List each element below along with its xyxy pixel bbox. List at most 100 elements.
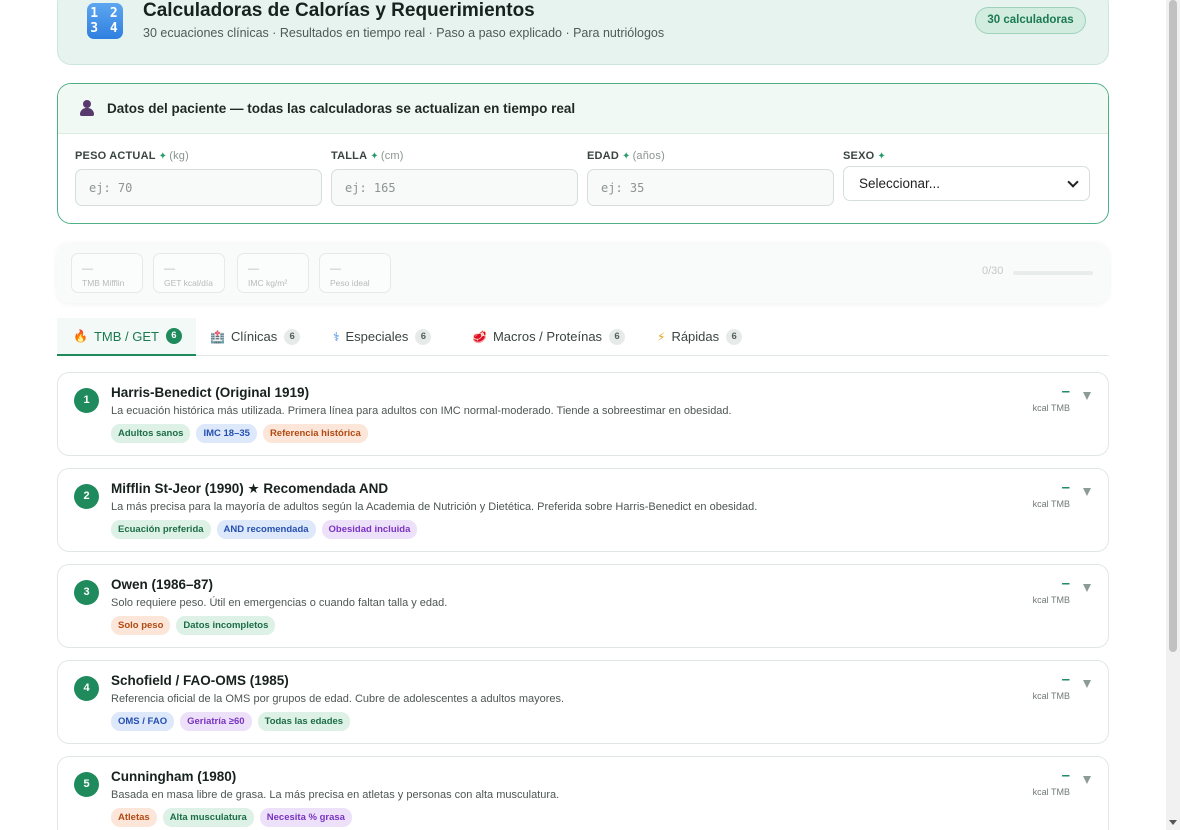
age-field-group: EDAD ✦ (años) <box>587 150 834 206</box>
result-unit: kcal TMB <box>1032 595 1070 605</box>
fire-icon: 🔥 <box>73 329 88 343</box>
weight-label: PESO ACTUAL <box>75 150 156 162</box>
weight-field-group: PESO ACTUAL ✦ (kg) <box>75 150 322 206</box>
tab-macros-proteinas[interactable]: 🥩 Macros / Proteínas 6 <box>472 318 626 355</box>
sex-field-group: SEXO ✦ Seleccionar... <box>843 150 1090 201</box>
expand-arrow-icon[interactable] <box>1083 392 1091 400</box>
calculator-card[interactable]: 5 Cunningham (1980) Basada en masa libre… <box>57 756 1109 830</box>
card-number: 5 <box>74 772 99 797</box>
card-title: Mifflin St-Jeor (1990) ★ Recomendada AND <box>111 481 389 496</box>
tab-count-badge: 6 <box>165 328 182 344</box>
tag: Alta musculatura <box>162 808 254 827</box>
age-unit: (años) <box>632 150 665 162</box>
result-unit: kcal TMB <box>1032 499 1070 509</box>
page: 1 2 3 4 Calculadoras de Calorías y Reque… <box>0 0 1166 830</box>
card-tags: OMS / FAO Geriatría ≥60 Todas las edades <box>111 712 351 731</box>
tab-count-badge: 6 <box>284 328 301 345</box>
tab-clinicas[interactable]: 🏥 Clínicas 6 <box>210 318 301 355</box>
app-header: 1 2 3 4 Calculadoras de Calorías y Reque… <box>57 0 1109 65</box>
age-label: EDAD <box>587 150 619 162</box>
expand-arrow-icon[interactable] <box>1083 584 1091 592</box>
result-value: – <box>1061 671 1070 688</box>
card-number: 3 <box>74 580 99 605</box>
stat-get: — GET kcal/día <box>153 253 225 293</box>
card-description: Solo requiere peso. Útil en emergencias … <box>111 597 448 609</box>
stat-label: GET kcal/día <box>164 278 213 288</box>
tab-label: Macros / Proteínas <box>492 329 603 344</box>
age-input[interactable] <box>587 169 834 206</box>
stat-value: — <box>82 263 93 275</box>
tag: Todas las edades <box>257 712 351 731</box>
tag: Atletas <box>111 808 157 827</box>
patient-panel-header: Datos del paciente — todas las calculado… <box>58 84 1108 134</box>
scroll-down-arrow-icon[interactable] <box>1169 820 1177 825</box>
card-number: 4 <box>74 676 99 701</box>
result-unit: kcal TMB <box>1032 403 1070 413</box>
tab-label: Rápidas <box>671 329 720 344</box>
patient-panel-title: Datos del paciente — todas las calculado… <box>107 101 576 116</box>
sex-select[interactable]: Seleccionar... <box>843 166 1090 201</box>
page-title: Calculadoras de Calorías y Requerimiento… <box>143 0 535 21</box>
expand-arrow-icon[interactable] <box>1083 776 1091 784</box>
tag: Geriatría ≥60 <box>180 712 252 731</box>
expand-arrow-icon[interactable] <box>1083 680 1091 688</box>
card-tags: Adultos sanos IMC 18–35 Referencia histó… <box>111 424 368 443</box>
weight-unit: (kg) <box>169 150 189 162</box>
stat-value: — <box>164 263 175 275</box>
chevron-down-icon <box>1067 175 1079 188</box>
hospital-icon: 🏥 <box>210 329 225 344</box>
progress-count: 0/30 <box>982 265 1004 277</box>
weight-input[interactable] <box>75 169 322 206</box>
result-value: – <box>1061 479 1070 496</box>
card-description: La ecuación histórica más utilizada. Pri… <box>111 405 732 417</box>
card-description: Basada en masa libre de grasa. La más pr… <box>111 789 560 801</box>
tab-tmb-get[interactable]: 🔥 TMB / GET 6 <box>57 318 196 356</box>
tag: Referencia histórica <box>262 424 368 443</box>
tab-label: Especiales <box>345 329 409 344</box>
stat-label: Peso ideal <box>330 278 370 288</box>
tab-especiales[interactable]: ⚕ Especiales 6 <box>333 318 432 355</box>
page-subtitle: 30 ecuaciones clínicas · Resultados en t… <box>143 26 665 40</box>
tag: Solo peso <box>111 616 171 635</box>
stat-ideal-weight: — Peso ideal <box>319 253 391 293</box>
tag: Datos incompletos <box>176 616 276 635</box>
person-icon <box>80 100 94 116</box>
meat-icon: 🥩 <box>472 329 487 344</box>
stat-label: IMC kg/m² <box>248 278 288 288</box>
lightning-icon: ⚡ <box>657 329 666 344</box>
calculator-card[interactable]: 3 Owen (1986–87) Solo requiere peso. Úti… <box>57 564 1109 648</box>
card-description: La más precisa para la mayoría de adulto… <box>111 501 758 513</box>
required-star-icon: ✦ <box>621 151 631 162</box>
stat-value: — <box>248 263 259 275</box>
card-title: Cunningham (1980) <box>111 769 237 784</box>
tab-count-badge: 6 <box>415 328 432 345</box>
card-number: 1 <box>74 388 99 413</box>
calculator-card[interactable]: 4 Schofield / FAO-OMS (1985) Referencia … <box>57 660 1109 744</box>
stat-value: — <box>330 263 341 275</box>
tag: Adultos sanos <box>111 424 191 443</box>
result-value: – <box>1061 383 1070 400</box>
result-unit: kcal TMB <box>1032 691 1070 701</box>
patient-data-panel: Datos del paciente — todas las calculado… <box>57 83 1109 224</box>
tab-rapidas[interactable]: ⚡ Rápidas 6 <box>657 318 743 355</box>
results-summary-strip: — TMB Mifflin — GET kcal/día — IMC kg/m²… <box>57 243 1109 303</box>
vertical-scrollbar[interactable] <box>1166 0 1180 830</box>
tab-label: TMB / GET <box>93 328 159 344</box>
expand-arrow-icon[interactable] <box>1083 488 1091 496</box>
scrollbar-thumb[interactable] <box>1169 0 1177 652</box>
height-input[interactable] <box>331 169 578 206</box>
required-star-icon: ✦ <box>158 151 168 162</box>
tag: AND recomendada <box>216 520 316 539</box>
card-number: 2 <box>74 484 99 509</box>
stat-imc: — IMC kg/m² <box>237 253 309 293</box>
height-unit: (cm) <box>380 150 404 162</box>
calculator-card[interactable]: 2 Mifflin St-Jeor (1990) ★ Recomendada A… <box>57 468 1109 552</box>
result-value: – <box>1061 575 1070 592</box>
progress-bar <box>1013 271 1093 275</box>
calculator-card[interactable]: 1 Harris-Benedict (Original 1919) La ecu… <box>57 372 1109 456</box>
card-tags: Atletas Alta musculatura Necesita % gras… <box>111 808 352 827</box>
tab-count-badge: 6 <box>609 328 626 345</box>
card-description: Referencia oficial de la OMS por grupos … <box>111 693 565 705</box>
caduceus-icon: ⚕ <box>333 329 340 344</box>
tag: Obesidad incluida <box>321 520 418 539</box>
